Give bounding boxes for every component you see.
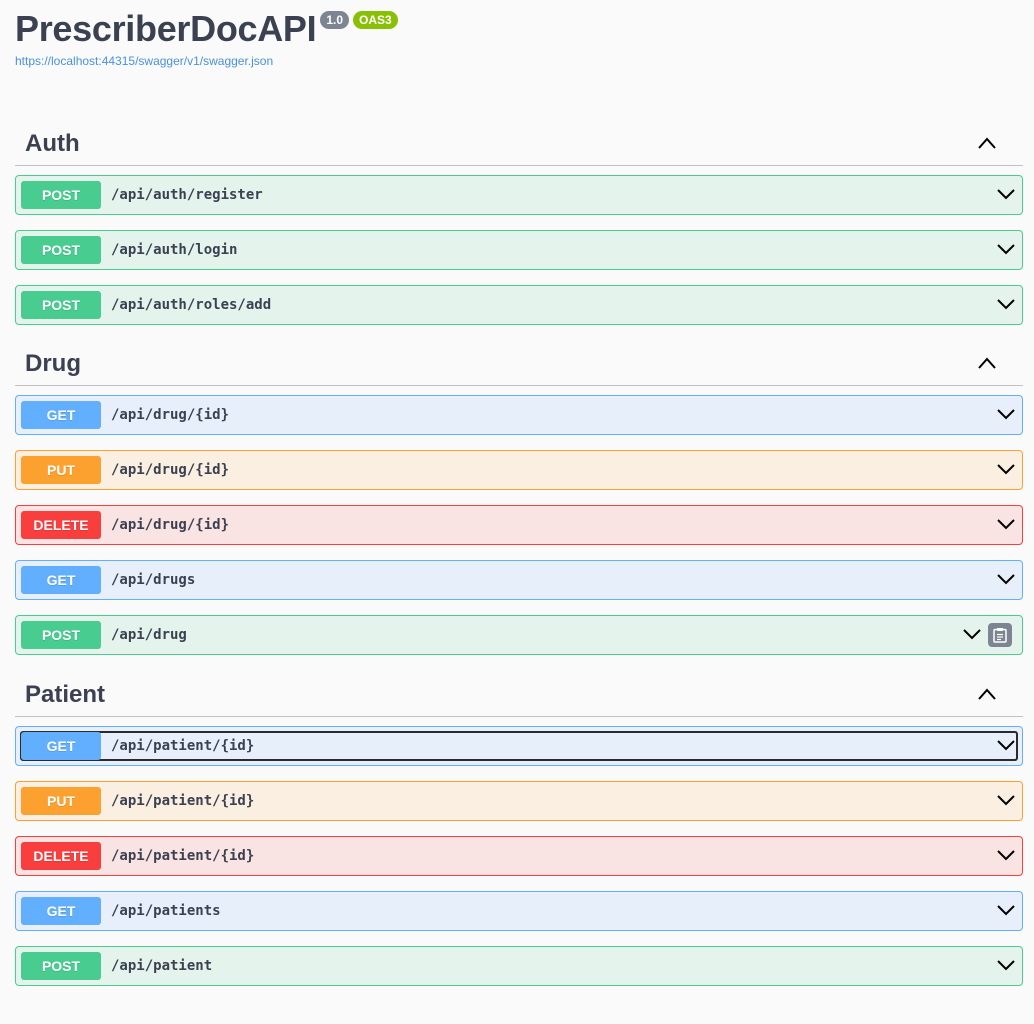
opblock-post-drug[interactable]: POST /api/drug	[15, 615, 1023, 655]
endpoint-path: /api/patient	[111, 958, 213, 974]
method-badge: POST	[21, 621, 101, 649]
opblock-delete-drug-id[interactable]: DELETE /api/drug/{id}	[15, 505, 1023, 545]
method-badge: PUT	[21, 456, 101, 484]
method-badge: GET	[21, 566, 101, 594]
chevron-down-icon[interactable]	[997, 904, 1015, 916]
opblock-get-drug-id[interactable]: GET /api/drug/{id}	[15, 395, 1023, 435]
method-badge: DELETE	[21, 511, 101, 539]
opblock-get-drugs[interactable]: GET /api/drugs	[15, 560, 1023, 600]
endpoint-path: /api/auth/login	[111, 242, 238, 258]
opblock-post-patient[interactable]: POST /api/patient	[15, 946, 1023, 986]
tag-name: Drug	[25, 349, 81, 377]
tag-section-auth[interactable]: Auth	[15, 122, 1023, 166]
tag-name: Auth	[25, 129, 80, 157]
method-badge: POST	[21, 952, 101, 980]
tag-section-drug[interactable]: Drug	[15, 342, 1023, 386]
opblock-delete-patient-id[interactable]: DELETE /api/patient/{id}	[15, 836, 1023, 876]
endpoint-path: /api/auth/roles/add	[111, 297, 272, 313]
endpoint-path: /api/drug/{id}	[111, 517, 230, 533]
chevron-down-icon[interactable]	[997, 188, 1015, 200]
chevron-down-icon[interactable]	[997, 739, 1015, 751]
endpoint-path: /api/drug/{id}	[111, 407, 230, 423]
method-badge: PUT	[21, 787, 101, 815]
version-badge: 1.0	[320, 11, 350, 29]
method-badge: GET	[21, 732, 101, 760]
opblock-put-patient-id[interactable]: PUT /api/patient/{id}	[15, 781, 1023, 821]
endpoint-path: /api/patient/{id}	[111, 738, 255, 754]
endpoint-path: /api/auth/register	[111, 187, 263, 203]
chevron-up-icon[interactable]	[977, 356, 997, 370]
endpoint-path: /api/drug/{id}	[111, 462, 230, 478]
oas-badge: OAS3	[353, 11, 398, 29]
clipboard-icon	[993, 628, 1007, 643]
method-badge: DELETE	[21, 842, 101, 870]
method-badge: GET	[21, 897, 101, 925]
chevron-down-icon[interactable]	[963, 628, 981, 640]
endpoint-path: /api/drugs	[111, 572, 196, 588]
method-badge: POST	[21, 236, 101, 264]
tag-name: Patient	[25, 680, 106, 708]
chevron-down-icon[interactable]	[997, 794, 1015, 806]
chevron-down-icon[interactable]	[997, 959, 1015, 971]
opblock-get-patients[interactable]: GET /api/patients	[15, 891, 1023, 931]
endpoint-path: /api/patient/{id}	[111, 848, 255, 864]
swagger-json-link[interactable]: https://localhost:44315/swagger/v1/swagg…	[15, 54, 398, 68]
tag-section-patient[interactable]: Patient	[15, 673, 1023, 717]
opblock-get-patient-id[interactable]: GET /api/patient/{id}	[15, 726, 1023, 766]
chevron-down-icon[interactable]	[997, 518, 1015, 530]
opblock-post-auth-login[interactable]: POST /api/auth/login	[15, 230, 1023, 270]
endpoint-path: /api/drug	[111, 627, 187, 643]
api-info: PrescriberDocAPI 1.0 OAS3 https://localh…	[15, 8, 398, 68]
chevron-down-icon[interactable]	[997, 573, 1015, 585]
copy-to-clipboard-button[interactable]	[988, 623, 1012, 647]
method-badge: POST	[21, 291, 101, 319]
chevron-down-icon[interactable]	[997, 298, 1015, 310]
method-badge: POST	[21, 181, 101, 209]
chevron-up-icon[interactable]	[977, 136, 997, 150]
endpoint-path: /api/patient/{id}	[111, 793, 255, 809]
opblock-post-auth-register[interactable]: POST /api/auth/register	[15, 175, 1023, 215]
page-title: PrescriberDocAPI	[15, 8, 317, 49]
opblock-put-drug-id[interactable]: PUT /api/drug/{id}	[15, 450, 1023, 490]
chevron-up-icon[interactable]	[977, 687, 997, 701]
title-row: PrescriberDocAPI 1.0 OAS3	[15, 8, 398, 50]
method-badge: GET	[21, 401, 101, 429]
chevron-down-icon[interactable]	[997, 849, 1015, 861]
chevron-down-icon[interactable]	[997, 463, 1015, 475]
chevron-down-icon[interactable]	[997, 243, 1015, 255]
opblock-post-auth-roles-add[interactable]: POST /api/auth/roles/add	[15, 285, 1023, 325]
endpoint-path: /api/patients	[111, 903, 221, 919]
chevron-down-icon[interactable]	[997, 408, 1015, 420]
